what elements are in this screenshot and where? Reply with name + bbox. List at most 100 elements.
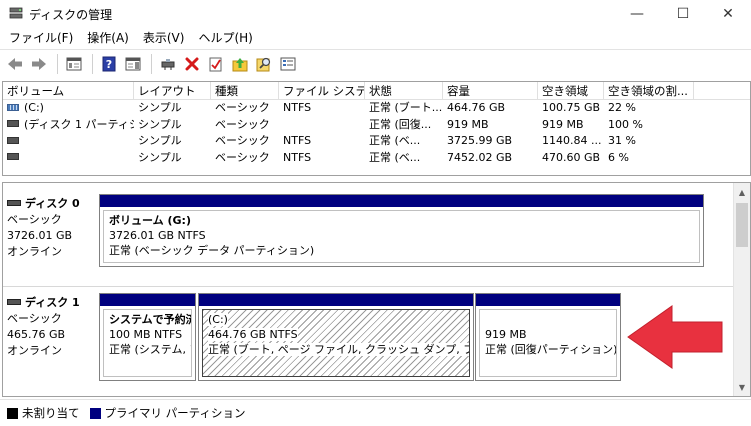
connect-drive-icon xyxy=(161,59,175,70)
search-icon xyxy=(256,57,271,72)
properties-check-icon xyxy=(209,57,222,72)
drive-icon xyxy=(7,153,19,160)
volume-type: ベーシック xyxy=(215,117,270,131)
properties-button[interactable] xyxy=(205,53,227,75)
partition-bar xyxy=(100,195,703,207)
partition-size: 100 MB NTFS xyxy=(109,328,183,341)
volume-type: ベーシック xyxy=(215,101,270,114)
volume-free-space: 1140.84 ... xyxy=(542,134,602,147)
legend-label: プライマリ パーティション xyxy=(104,406,246,420)
partition-status: 正常 (ブート, ページ ファイル, クラッシュ ダンプ, プライマリ パ xyxy=(208,343,469,356)
disk-status: オンライン xyxy=(7,245,62,258)
partition-c[interactable]: (C:) 464.76 GB NTFS 正常 (ブート, ページ ファイル, ク… xyxy=(198,293,474,381)
column-header-status[interactable]: 状態 xyxy=(365,82,443,99)
volume-list: ボリューム レイアウト 種類 ファイル システム 状態 容量 空き領域 空き領域… xyxy=(2,81,751,176)
legend-item-primary: プライマリ パーティション xyxy=(89,405,246,421)
legend-swatch xyxy=(89,407,101,419)
disk-status: オンライン xyxy=(7,344,62,357)
volume-capacity: 919 MB xyxy=(447,117,489,131)
volume-layout: シンプル xyxy=(138,117,182,131)
toolbar-separator xyxy=(57,54,58,74)
volume-status: 正常 (ベ... xyxy=(369,134,421,147)
action-pane-button[interactable] xyxy=(122,53,144,75)
forward-button[interactable] xyxy=(28,53,50,75)
partition-bar xyxy=(476,294,620,306)
search-button[interactable] xyxy=(253,53,275,75)
partition-g[interactable]: ボリューム (G:) 3726.01 GB NTFS 正常 (ベーシック データ… xyxy=(99,194,704,267)
volume-capacity: 464.76 GB xyxy=(447,101,506,114)
volume-free-percent: 22 % xyxy=(608,101,636,114)
volume-free-space: 919 MB xyxy=(542,117,584,131)
volume-filesystem: NTFS xyxy=(283,134,312,147)
volume-layout: シンプル xyxy=(138,150,182,164)
table-row[interactable]: (C:) シンプル ベーシック NTFS 正常 (ブート... 464.76 G… xyxy=(3,100,750,117)
column-header-free-percent[interactable]: 空き領域の割... xyxy=(604,82,694,99)
maximize-button[interactable]: ☐ xyxy=(660,0,706,27)
action-pane-icon xyxy=(125,57,141,71)
column-header-filesystem[interactable]: ファイル システム xyxy=(279,82,365,99)
list-view-button[interactable] xyxy=(277,53,299,75)
partition-title: システムで予約済 xyxy=(109,313,192,326)
console-tree-button[interactable] xyxy=(63,53,85,75)
partition-status: 正常 (回復パーティション) xyxy=(485,343,617,356)
vertical-scrollbar[interactable]: ▲ ▼ xyxy=(733,183,750,396)
volume-filesystem: NTFS xyxy=(283,150,312,164)
column-header-type[interactable]: 種類 xyxy=(211,82,279,99)
table-row[interactable]: シンプル ベーシック NTFS 正常 (ベ... 3725.99 GB 1140… xyxy=(3,133,750,150)
menu-view[interactable]: 表示(V) xyxy=(136,27,192,49)
disk-name: ディスク 0 xyxy=(25,197,80,210)
volume-filesystem: NTFS xyxy=(283,101,312,114)
disk-1-label[interactable]: ディスク 1 ベーシック 465.76 GB オンライン xyxy=(7,295,99,359)
volume-layout: シンプル xyxy=(138,101,182,114)
forward-arrow-icon xyxy=(32,58,46,70)
menu-bar: ファイル(F) 操作(A) 表示(V) ヘルプ(H) xyxy=(0,27,751,49)
menu-file[interactable]: ファイル(F) xyxy=(0,27,80,49)
folder-up-icon xyxy=(232,58,248,72)
volume-free-percent: 6 % xyxy=(608,150,629,164)
system-drive-icon xyxy=(7,103,19,111)
column-header-volume[interactable]: ボリューム xyxy=(3,82,134,99)
menu-help[interactable]: ヘルプ(H) xyxy=(191,27,259,49)
partition-bar xyxy=(100,294,195,306)
partition-recovery[interactable]: 919 MB 正常 (回復パーティション) xyxy=(475,293,621,381)
partition-status: 正常 (システム, ア xyxy=(109,343,192,356)
volume-capacity: 7452.02 GB xyxy=(447,150,513,164)
scrollbar-thumb[interactable] xyxy=(736,203,748,247)
partition-system-reserved[interactable]: システムで予約済 100 MB NTFS 正常 (システム, ア xyxy=(99,293,196,381)
legend-item-unallocated: 未割り当て xyxy=(7,405,80,421)
help-button[interactable]: ? xyxy=(98,53,120,75)
volume-layout: シンプル xyxy=(138,134,182,147)
connect-button[interactable] xyxy=(157,53,179,75)
folder-up-button[interactable] xyxy=(229,53,251,75)
partition-title: ボリューム (G:) xyxy=(109,214,191,227)
table-row[interactable]: シンプル ベーシック NTFS 正常 (ベ... 7452.02 GB 470.… xyxy=(3,150,750,167)
back-button[interactable] xyxy=(4,53,26,75)
partition-size: 464.76 GB NTFS xyxy=(208,328,298,341)
volume-free-percent: 100 % xyxy=(608,117,643,131)
minimize-button[interactable]: — xyxy=(614,0,660,27)
delete-button[interactable] xyxy=(181,53,203,75)
disk-management-icon xyxy=(9,7,23,19)
list-view-icon xyxy=(280,57,296,71)
svg-text:?: ? xyxy=(106,58,112,71)
disk-type: ベーシック xyxy=(7,312,62,325)
help-icon: ? xyxy=(102,56,116,72)
column-header-capacity[interactable]: 容量 xyxy=(443,82,538,99)
partition-size: 3726.01 GB NTFS xyxy=(109,229,206,242)
menu-action[interactable]: 操作(A) xyxy=(80,27,136,49)
volume-status: 正常 (ブート... xyxy=(369,101,443,114)
volume-list-header: ボリューム レイアウト 種類 ファイル システム 状態 容量 空き領域 空き領域… xyxy=(3,82,750,100)
disk-0-label[interactable]: ディスク 0 ベーシック 3726.01 GB オンライン xyxy=(7,196,99,260)
scroll-down-icon[interactable]: ▼ xyxy=(734,379,750,395)
legend: 未割り当て プライマリ パーティション xyxy=(0,399,751,426)
table-row[interactable]: (ディスク 1 パーティシ... シンプル ベーシック 正常 (回復... 91… xyxy=(3,117,750,134)
disk-icon xyxy=(7,299,21,305)
scroll-up-icon[interactable]: ▲ xyxy=(734,184,750,200)
close-button[interactable]: ✕ xyxy=(705,0,751,27)
column-header-layout[interactable]: レイアウト xyxy=(134,82,211,99)
volume-name: (ディスク 1 パーティシ... xyxy=(24,117,134,131)
window-title: ディスクの管理 xyxy=(29,8,113,22)
partition-bar xyxy=(199,294,473,306)
column-header-free-space[interactable]: 空き領域 xyxy=(538,82,604,99)
title-bar: ディスクの管理 — ☐ ✕ xyxy=(0,0,751,27)
